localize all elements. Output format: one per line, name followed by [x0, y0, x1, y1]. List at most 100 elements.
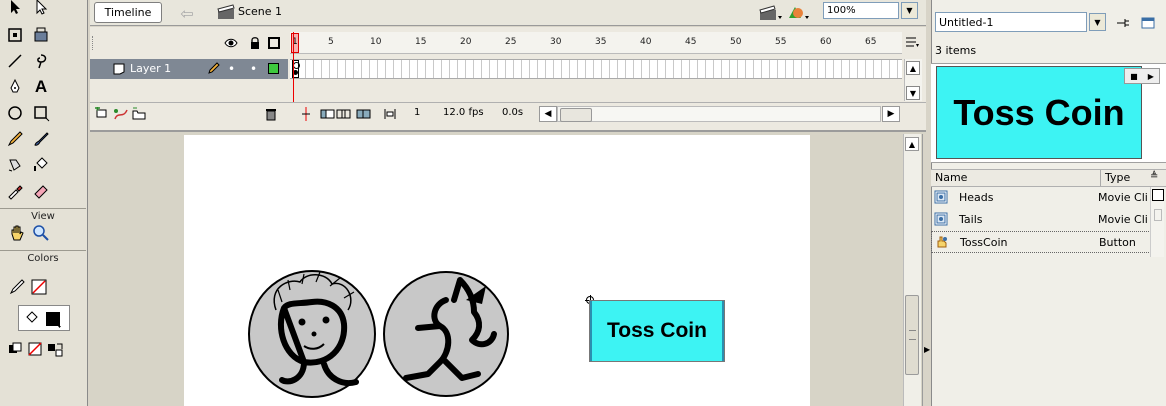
timeline-grip [92, 36, 96, 50]
tails-coin-graphic[interactable] [382, 270, 512, 398]
fill-color-swatch[interactable] [42, 308, 64, 330]
name-column-header[interactable]: Name [935, 171, 967, 184]
stage-scroll-up-icon[interactable]: ▲ [905, 137, 919, 151]
elapsed-time-readout: 0.0s [502, 107, 524, 118]
preview-controls[interactable]: ■ ▶ [1124, 68, 1160, 84]
lasso-tool-icon[interactable] [30, 50, 52, 72]
sort-order-icon[interactable]: ≜ [1150, 171, 1158, 182]
oval-tool-icon[interactable] [4, 102, 26, 124]
current-frame-readout: 1 [414, 107, 421, 118]
stroke-color-icon[interactable] [6, 276, 28, 298]
library-item-count: 3 items [935, 44, 977, 57]
playhead-line [293, 32, 299, 102]
pin-library-icon[interactable] [1115, 15, 1131, 31]
frame-number-label: 15 [415, 37, 427, 47]
insert-layer-folder-icon[interactable] [131, 107, 147, 121]
scene-label: Scene 1 [238, 5, 283, 18]
back-arrow-icon[interactable]: ⇦ [172, 3, 202, 23]
layer-edit-pencil-icon [207, 61, 221, 75]
fill-transform-tool-icon[interactable] [30, 24, 52, 46]
toss-coin-button-instance[interactable]: Toss Coin [589, 300, 725, 362]
new-library-panel-icon[interactable] [1140, 15, 1156, 31]
edit-scene-icon[interactable] [759, 4, 783, 22]
library-scroll-box[interactable] [1152, 189, 1164, 201]
library-item-tails[interactable]: Tails Movie Clip [931, 209, 1151, 231]
library-scroll-thumb[interactable] [1154, 209, 1162, 221]
frame-grid[interactable] [290, 59, 902, 79]
text-tool-icon[interactable]: A [30, 76, 52, 98]
pencil-tool-icon[interactable] [4, 128, 26, 150]
frame-view-menu-icon[interactable] [904, 34, 920, 50]
library-vertical-scrollbar[interactable] [1150, 187, 1164, 257]
center-frame-icon[interactable] [300, 107, 312, 121]
library-item-type: Button [1099, 236, 1136, 249]
pen-tool-icon[interactable] [4, 76, 26, 98]
stage-scroll-thumb[interactable] [905, 295, 919, 375]
zoom-field[interactable]: 100% [823, 2, 899, 19]
edit-multiple-frames-icon[interactable] [356, 107, 372, 121]
insert-layer-icon[interactable] [94, 105, 110, 121]
timeline-tab[interactable]: Timeline [94, 2, 162, 23]
modify-onion-markers-icon[interactable] [382, 107, 398, 121]
rectangle-tool-icon[interactable] [30, 102, 52, 124]
fill-color-icon[interactable] [20, 308, 42, 330]
stroke-color-swatch[interactable] [28, 276, 50, 298]
scroll-right-arrow-icon[interactable]: ▶ [882, 106, 900, 122]
fps-readout[interactable]: 12.0 fps [443, 107, 484, 118]
scroll-up-arrow-icon[interactable]: ▲ [906, 61, 920, 75]
free-transform-tool-icon[interactable] [4, 24, 26, 46]
layer-outline-color[interactable] [268, 63, 279, 74]
timeline-scroll-thumb[interactable] [560, 108, 592, 122]
onion-skin-icon[interactable] [320, 107, 336, 121]
play-icon[interactable]: ▶ [1148, 72, 1154, 81]
library-select-dropdown-button[interactable]: ▼ [1089, 13, 1106, 31]
brush-tool-icon[interactable] [30, 128, 52, 150]
timeline-horizontal-scrollbar[interactable] [557, 106, 881, 122]
add-motion-guide-icon[interactable] [113, 107, 129, 121]
type-column-header[interactable]: Type [1105, 171, 1130, 184]
subselect-tool-icon[interactable] [30, 0, 52, 18]
colors-section-label: Colors [0, 250, 86, 264]
scene-clapper-icon [217, 4, 235, 20]
library-preview-button: Toss Coin [936, 66, 1142, 159]
hand-tool-icon[interactable] [6, 222, 28, 244]
layer-visible-dot[interactable]: • [228, 63, 235, 75]
delete-layer-trash-icon[interactable] [264, 107, 278, 121]
frame-number-label: 30 [550, 37, 562, 47]
eyedropper-tool-icon[interactable] [4, 180, 26, 202]
line-tool-icon[interactable] [4, 50, 26, 72]
ink-bottle-tool-icon[interactable] [4, 154, 26, 176]
library-item-tosscoin[interactable]: TossCoin Button [931, 231, 1151, 253]
black-white-icon[interactable] [4, 338, 26, 360]
panel-collapse-bar[interactable] [922, 134, 930, 406]
swap-colors-icon[interactable] [44, 338, 66, 360]
stop-icon[interactable]: ■ [1130, 72, 1138, 81]
eraser-tool-icon[interactable] [30, 180, 52, 202]
heads-coin-graphic[interactable] [248, 268, 380, 400]
frame-number-label: 55 [775, 37, 787, 47]
no-color-icon[interactable] [24, 338, 46, 360]
movie-clip-symbol-icon [934, 212, 948, 226]
view-section-label: View [0, 208, 86, 222]
layer-icon [112, 62, 126, 76]
movie-clip-symbol-icon [934, 190, 948, 204]
library-item-heads[interactable]: Heads Movie Clip [931, 187, 1151, 209]
scroll-left-arrow-icon[interactable]: ◀ [539, 106, 557, 122]
edit-symbols-icon[interactable] [786, 4, 810, 22]
frame-number-label: 5 [328, 37, 334, 47]
collapse-arrow-icon[interactable]: ▶ [924, 345, 930, 354]
show-hide-eye-icon[interactable] [224, 36, 238, 50]
scroll-down-arrow-icon[interactable]: ▼ [906, 86, 920, 100]
library-document-select[interactable]: Untitled-1 [935, 12, 1087, 32]
frame-number-label: 20 [460, 37, 472, 47]
lock-icon[interactable] [248, 36, 262, 50]
onion-skin-outlines-icon[interactable] [336, 107, 352, 121]
outline-toggle-icon[interactable] [268, 37, 280, 49]
layer-lock-dot[interactable]: • [250, 63, 257, 75]
arrow-tool-icon[interactable] [4, 0, 26, 18]
zoom-tool-icon[interactable] [30, 222, 52, 244]
zoom-dropdown-button[interactable]: ▼ [901, 2, 918, 19]
column-divider[interactable] [1100, 170, 1101, 186]
layer-name[interactable]: Layer 1 [130, 62, 171, 75]
paint-bucket-tool-icon[interactable] [30, 154, 52, 176]
